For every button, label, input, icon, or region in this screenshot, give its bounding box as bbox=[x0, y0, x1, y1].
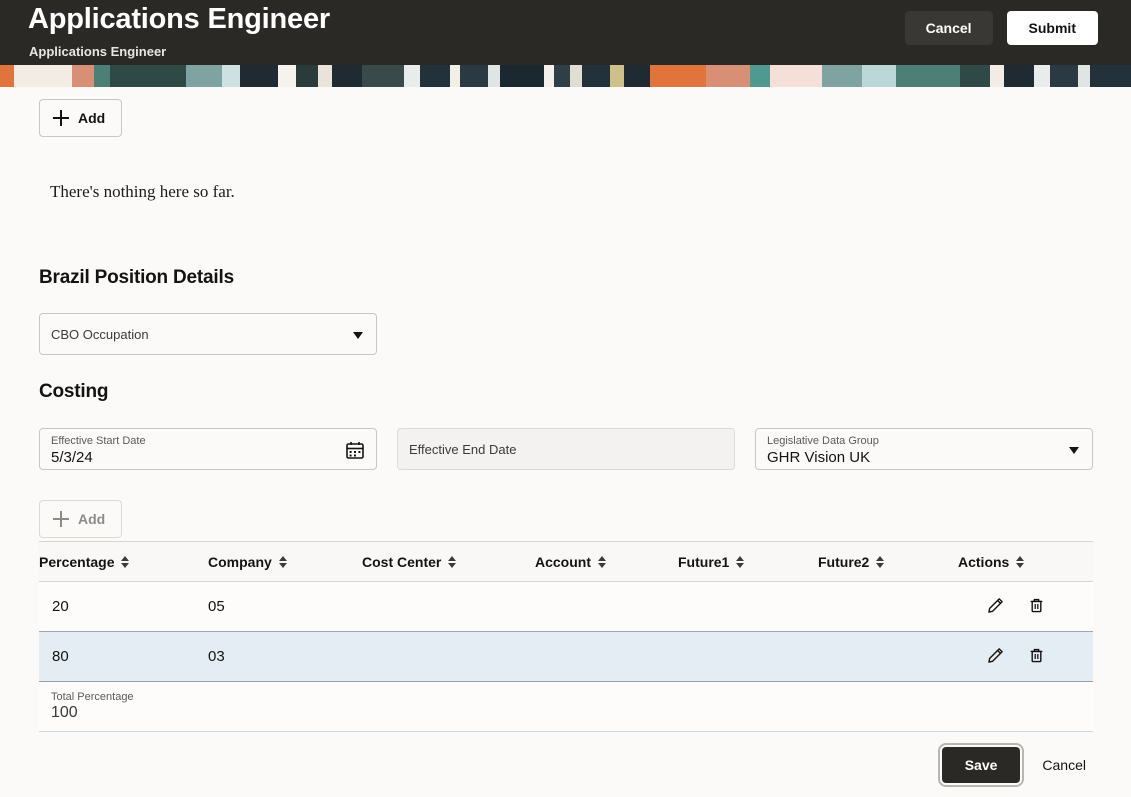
page-title: Applications Engineer bbox=[28, 3, 330, 35]
column-label: Actions bbox=[958, 553, 1010, 570]
cell-cost-center bbox=[362, 581, 535, 632]
column-label: Account bbox=[535, 553, 591, 570]
cell-future1 bbox=[678, 631, 818, 682]
trash-icon[interactable] bbox=[1018, 647, 1055, 667]
column-label: Company bbox=[208, 553, 272, 570]
cancel-button-bottom[interactable]: Cancel bbox=[1036, 747, 1092, 783]
effective-start-date-value: 5/3/24 bbox=[51, 449, 93, 466]
total-percentage-value: 100 bbox=[51, 704, 78, 721]
add-costing-button-label: Add bbox=[78, 511, 106, 527]
table-row[interactable]: 80 03 bbox=[39, 631, 1093, 682]
chevron-down-icon bbox=[1069, 447, 1079, 454]
sort-updown-icon[interactable] bbox=[278, 555, 287, 568]
cell-percentage: 20 bbox=[39, 581, 208, 632]
calendar-icon[interactable] bbox=[345, 440, 365, 465]
chevron-down-icon bbox=[353, 332, 363, 339]
brazil-position-details-heading: Brazil Position Details bbox=[39, 267, 234, 288]
effective-end-date-field: Effective End Date bbox=[397, 428, 735, 470]
add-costing-button[interactable]: Add bbox=[39, 500, 123, 538]
cell-company: 03 bbox=[208, 631, 362, 682]
cancel-button-top[interactable]: Cancel bbox=[904, 11, 993, 45]
pencil-icon[interactable] bbox=[977, 647, 1014, 667]
main-content: Add There's nothing here so far. Brazil … bbox=[0, 87, 1131, 797]
header-actions: Cancel Submit bbox=[904, 11, 1098, 45]
column-label: Future1 bbox=[678, 553, 730, 570]
empty-state-message: There's nothing here so far. bbox=[50, 182, 235, 201]
column-label: Future2 bbox=[818, 553, 870, 570]
save-button[interactable]: Save bbox=[937, 743, 1025, 787]
column-header-percentage[interactable]: Percentage bbox=[39, 541, 208, 582]
column-header-future2[interactable]: Future2 bbox=[818, 541, 958, 582]
cell-account bbox=[535, 581, 678, 632]
column-label: Cost Center bbox=[362, 553, 442, 570]
cbo-occupation-select[interactable]: CBO Occupation bbox=[39, 313, 377, 355]
costing-heading: Costing bbox=[39, 381, 109, 402]
footer-actions: Save Cancel bbox=[937, 743, 1092, 787]
sort-updown-icon[interactable] bbox=[121, 555, 130, 568]
page-subtitle: Applications Engineer bbox=[29, 44, 167, 59]
table-header-row: Percentage Company Cost Center Account F… bbox=[39, 541, 1093, 582]
effective-start-date-field[interactable]: Effective Start Date 5/3/24 bbox=[39, 428, 377, 470]
sort-updown-icon[interactable] bbox=[876, 555, 885, 568]
legislative-data-group-select[interactable]: Legislative Data Group GHR Vision UK bbox=[755, 428, 1093, 470]
trash-icon[interactable] bbox=[1018, 597, 1055, 617]
plus-icon bbox=[53, 110, 69, 126]
add-button-top[interactable]: Add bbox=[39, 99, 123, 137]
submit-button[interactable]: Submit bbox=[1006, 11, 1098, 45]
sort-updown-icon[interactable] bbox=[448, 555, 457, 568]
cell-cost-center bbox=[362, 631, 535, 682]
total-percentage-label: Total Percentage bbox=[51, 691, 134, 703]
legislative-data-group-label: Legislative Data Group bbox=[767, 435, 879, 447]
plus-icon bbox=[53, 511, 69, 527]
cell-account bbox=[535, 631, 678, 682]
legislative-data-group-value: GHR Vision UK bbox=[767, 449, 871, 466]
column-header-cost-center[interactable]: Cost Center bbox=[362, 541, 535, 582]
table-total-row: Total Percentage 100 bbox=[39, 681, 1093, 732]
sort-updown-icon[interactable] bbox=[736, 555, 745, 568]
column-header-actions[interactable]: Actions bbox=[958, 541, 1093, 582]
cell-future2 bbox=[818, 581, 958, 632]
column-header-company[interactable]: Company bbox=[208, 541, 362, 582]
cell-actions bbox=[958, 631, 1093, 682]
column-header-account[interactable]: Account bbox=[535, 541, 678, 582]
column-header-future1[interactable]: Future1 bbox=[678, 541, 818, 582]
cell-company: 05 bbox=[208, 581, 362, 632]
cell-future2 bbox=[818, 631, 958, 682]
cbo-occupation-label: CBO Occupation bbox=[51, 327, 149, 342]
costing-table: Percentage Company Cost Center Account F… bbox=[39, 541, 1093, 732]
add-button-label: Add bbox=[78, 110, 106, 126]
decorative-banner-image bbox=[0, 65, 1131, 87]
cell-percentage: 80 bbox=[39, 631, 208, 682]
table-row[interactable]: 20 05 bbox=[39, 581, 1093, 632]
cell-future1 bbox=[678, 581, 818, 632]
sort-updown-icon[interactable] bbox=[598, 555, 606, 568]
pencil-icon[interactable] bbox=[977, 597, 1014, 617]
effective-end-date-label: Effective End Date bbox=[409, 442, 517, 457]
app-header: Applications Engineer Applications Engin… bbox=[0, 0, 1131, 65]
cell-actions bbox=[958, 581, 1093, 632]
sort-updown-icon[interactable] bbox=[1016, 555, 1025, 568]
column-label: Percentage bbox=[39, 553, 115, 570]
effective-start-date-label: Effective Start Date bbox=[51, 435, 146, 447]
